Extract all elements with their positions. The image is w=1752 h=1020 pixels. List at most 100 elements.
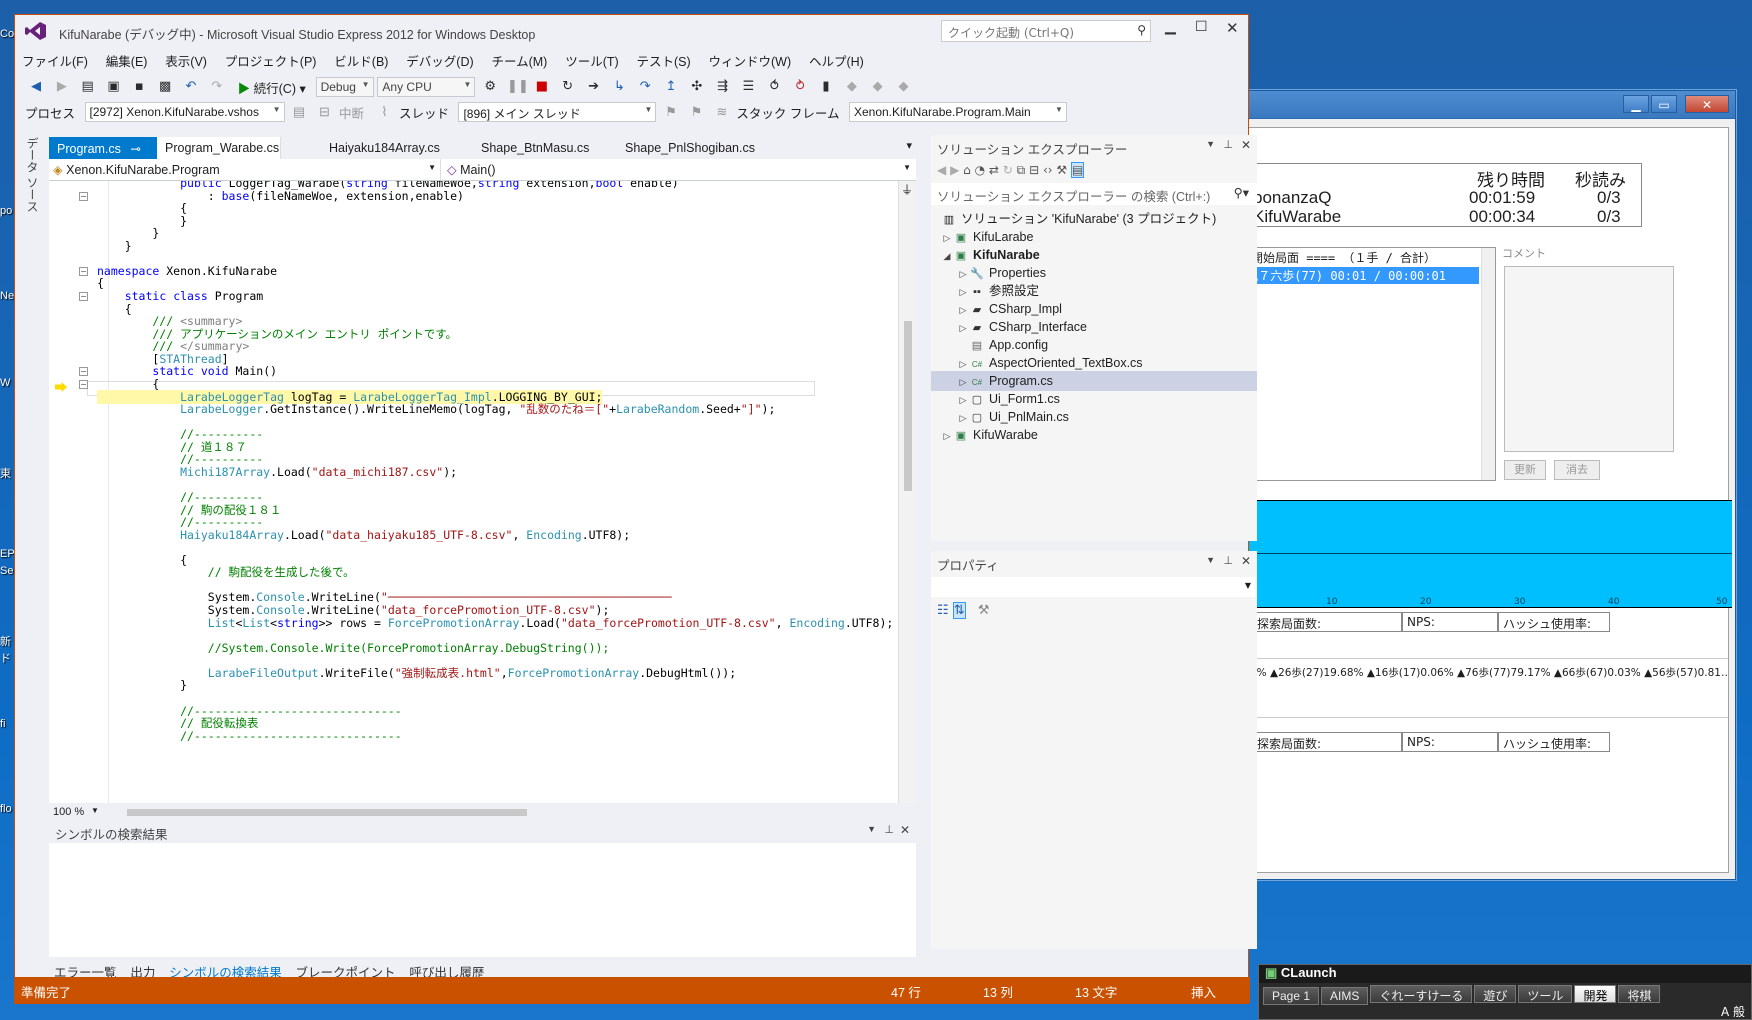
suspend-icon[interactable]: ⊟ — [315, 103, 333, 121]
refresh-icon[interactable]: ↻ — [1003, 163, 1013, 177]
zoom-level[interactable]: 100 % — [53, 806, 84, 818]
threads-icon[interactable]: ⇶ — [714, 78, 732, 96]
quick-launch-input[interactable]: クイック起動 (Ctrl+Q) ⚲ — [941, 20, 1151, 42]
close-button[interactable]: ✕ — [1685, 95, 1729, 113]
tab-shape-pnlshogiban-cs[interactable]: Shape_PnlShogiban.cs — [617, 137, 763, 159]
code-editor[interactable]: ⏚ public LoggerTag_Warabe(string fileNam… — [49, 181, 916, 803]
collapse-icon[interactable]: − — [79, 379, 88, 389]
minimize-button[interactable]: ▁ — [1165, 19, 1176, 35]
step-into-icon[interactable]: ↳ — [610, 78, 628, 96]
menu-build[interactable]: ビルド(B) — [327, 47, 395, 74]
step-out-icon[interactable]: ↥ — [662, 78, 680, 96]
minimize-button[interactable]: ▁ — [1623, 95, 1649, 113]
configuration-combo[interactable]: Debug ▼ — [315, 77, 374, 97]
tab-haiyaku184array-cs[interactable]: Haiyaku184Array.cs — [321, 137, 448, 159]
property-pages-icon[interactable]: ⚒ — [978, 603, 990, 618]
clauch-tab[interactable]: 将棋 — [1618, 985, 1661, 1003]
solution-tree-item[interactable]: ▷ ▣ KifuWarabe — [931, 425, 1257, 445]
menu-edit[interactable]: 編集(E) — [99, 47, 155, 74]
code-line[interactable]: Michi187Array.Load("data_michi187.csv"); — [97, 465, 457, 479]
move-list-scrollbar[interactable] — [1481, 248, 1495, 480]
comment-box[interactable] — [1504, 266, 1674, 452]
restart-icon[interactable]: ↻ — [559, 78, 577, 96]
menu-file[interactable]: ファイル(F) — [15, 47, 95, 74]
solution-tree-item[interactable]: ▷ ▰ CSharp_Interface — [931, 317, 1257, 337]
collapse-icon[interactable]: − — [79, 266, 88, 276]
filter-icon[interactable]: ▤ — [290, 103, 308, 121]
flag-filter-icon[interactable]: ⚑ — [687, 103, 705, 121]
code-line[interactable]: } — [97, 678, 187, 692]
move-list-item-selected[interactable]: ▲７六歩(77) 00:01 / 00:00:01 — [1249, 267, 1479, 284]
code-line[interactable]: List<List<string>> rows = ForcePromotion… — [97, 616, 894, 630]
solution-tree-item[interactable]: ▷ C# Program.cs — [931, 371, 1257, 391]
bookmark-icon[interactable]: ▮ — [817, 78, 835, 96]
ime-indicator[interactable]: A 般 — [1721, 1003, 1745, 1020]
menu-test[interactable]: テスト(S) — [629, 47, 697, 74]
solution-tree-item[interactable]: ▷ ▢ Ui_Form1.cs — [931, 389, 1257, 409]
type-combo[interactable]: ◈ Xenon.KifuNarabe.Program ▼ — [49, 159, 441, 180]
collapse-icon[interactable]: − — [79, 367, 88, 377]
menu-help[interactable]: ヘルプ(H) — [802, 47, 871, 74]
hex-icon[interactable]: ✣ — [688, 78, 706, 96]
solution-tree-item[interactable]: ▷ ▪▪ 参照設定 — [931, 281, 1257, 301]
maximize-button[interactable]: ▭ — [1651, 95, 1677, 113]
clauch-tab[interactable]: Page 1 — [1263, 987, 1320, 1005]
history-icon[interactable]: ◔ — [975, 163, 985, 177]
save-icon[interactable]: ▪ — [130, 78, 148, 96]
stop-icon[interactable]: ■ — [533, 78, 551, 96]
properties-object-combo[interactable]: ▼ — [931, 577, 1257, 597]
new-project-icon[interactable]: ▤ — [79, 78, 97, 96]
collapsed-arrow-icon[interactable]: ▷ — [941, 426, 953, 446]
tab-overflow-icon[interactable]: ▾ — [906, 139, 912, 152]
pause-icon[interactable]: ❚❚ — [507, 78, 529, 96]
platform-combo[interactable]: Any CPU ▼ — [377, 77, 476, 97]
editor-vscrollbar[interactable] — [898, 181, 916, 803]
clauch-tab[interactable]: AIMS — [1321, 987, 1369, 1005]
continue-button[interactable]: ▶ 続行(C) ▾ — [238, 78, 306, 97]
chevron-down-icon[interactable]: ▼ — [91, 806, 99, 815]
next-bookmark-icon[interactable]: ◆ — [869, 78, 887, 96]
solution-tree-item[interactable]: ◢ ▣ KifuNarabe — [931, 245, 1257, 265]
desktop-icon-label[interactable]: ド — [0, 650, 14, 666]
flag-icon[interactable]: ⚑ — [662, 103, 680, 121]
clauch-title[interactable]: ▣ CLaunch — [1259, 965, 1751, 983]
pin-icon[interactable]: ⊸ — [130, 142, 140, 156]
close-icon[interactable]: ✕ — [1241, 138, 1251, 152]
code-line[interactable]: } — [97, 239, 132, 253]
desktop-icon-label[interactable]: EP — [0, 548, 14, 560]
categorized-icon[interactable]: ☷ — [937, 603, 949, 618]
pin-icon[interactable]: ⊥ — [1223, 138, 1233, 151]
back-icon[interactable]: ◀ — [27, 78, 45, 96]
comment-icon[interactable]: ⥀ — [765, 78, 783, 96]
data-sources-tab[interactable]: データ ソース — [23, 137, 41, 257]
solution-tree-item[interactable]: ▷ C# AspectOriented_TextBox.cs — [931, 353, 1257, 373]
code-icon[interactable]: ‹› — [1043, 163, 1053, 177]
alphabetical-icon[interactable]: ⇅ — [952, 602, 966, 619]
desktop-icon-label[interactable]: W — [0, 377, 14, 389]
step-over-icon[interactable]: ↷ — [636, 78, 654, 96]
maximize-button[interactable]: ☐ — [1195, 19, 1208, 35]
code-line[interactable]: // 駒配役を生成した後で。 — [97, 565, 355, 579]
collapse-icon[interactable]: − — [79, 191, 88, 201]
symbol-results[interactable] — [49, 843, 916, 957]
uncomment-icon[interactable]: ⥁ — [791, 78, 809, 96]
code-line[interactable]: LarabeFileOutput.WriteFile("強制転成表.html",… — [97, 666, 736, 680]
clauch-tab[interactable]: 遊び — [1474, 985, 1517, 1003]
editor-vscroll-thumb[interactable] — [904, 321, 912, 491]
open-icon[interactable]: ▣ — [104, 78, 122, 96]
clauch-tab[interactable]: ツール — [1518, 985, 1573, 1003]
kifu-titlebar[interactable]: ▁ ▭ ✕ — [1241, 91, 1735, 119]
menu-project[interactable]: プロジェクト(P) — [218, 47, 324, 74]
forward-icon[interactable]: ▶ — [950, 163, 959, 177]
solution-tree-item[interactable]: ▷ 🔧 Properties — [931, 263, 1257, 283]
forward-icon[interactable]: ▶ — [53, 78, 71, 96]
desktop-icon-label[interactable]: Ne — [0, 290, 14, 302]
split-icon[interactable]: ⏚ — [901, 181, 913, 198]
code-line[interactable]: //System.Console.Write(ForcePromotionArr… — [97, 641, 610, 655]
code-line[interactable]: namespace Xenon.KifuNarabe — [97, 264, 277, 278]
pin-icon[interactable]: ⊥ — [884, 823, 894, 836]
process-combo[interactable]: [2972] Xenon.KifuNarabe.vshos ▼ — [84, 102, 285, 122]
attach-icon[interactable]: ⚙ — [481, 78, 499, 96]
update-button[interactable]: 更新 — [1504, 460, 1546, 480]
desktop-icon-label[interactable]: flo — [0, 803, 14, 815]
